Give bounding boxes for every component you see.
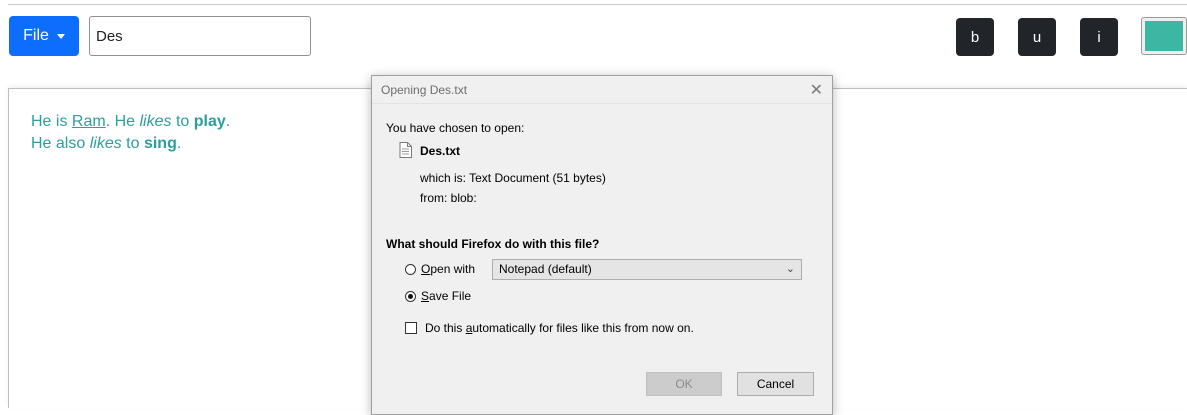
ok-button[interactable]: OK <box>646 372 722 396</box>
bold-word: sing <box>143 135 177 152</box>
save-file-label[interactable]: Save File <box>421 289 471 303</box>
save-file-radio[interactable] <box>405 291 416 302</box>
action-question: What should Firefox do with this file? <box>386 237 600 251</box>
file-name: Des.txt <box>420 144 461 158</box>
auto-action-checkbox[interactable] <box>405 322 417 334</box>
bold-word: play <box>193 113 226 130</box>
auto-action-label[interactable]: Do this automatically for files like thi… <box>425 321 694 335</box>
dialog-title: Opening Des.txt <box>381 83 468 97</box>
underline-button[interactable]: u <box>1018 18 1056 56</box>
filename-input[interactable] <box>89 16 311 56</box>
selected-app: Notepad (default) <box>499 262 592 276</box>
dialog-title-divider <box>372 103 832 104</box>
caret-down-icon <box>56 34 65 39</box>
italic-button[interactable]: i <box>1080 18 1118 56</box>
italic-word: likes <box>89 135 122 152</box>
download-dialog: Opening Des.txt ✕ You have chosen to ope… <box>371 75 833 415</box>
chosen-to-open-text: You have chosen to open: <box>386 121 525 135</box>
text-document-icon <box>399 142 412 158</box>
open-with-app-select[interactable]: Notepad (default) ⌄ <box>492 259 802 280</box>
file-type-info: which is: Text Document (51 bytes) <box>420 171 606 185</box>
color-swatch-fill <box>1145 21 1183 51</box>
file-button-label: File <box>23 27 49 44</box>
open-with-label[interactable]: Open with <box>421 262 475 276</box>
chevron-down-icon: ⌄ <box>785 263 795 275</box>
cancel-button[interactable]: Cancel <box>737 372 814 396</box>
text-color-picker[interactable] <box>1141 17 1187 55</box>
file-source-info: from: blob: <box>420 191 477 205</box>
close-icon[interactable]: ✕ <box>810 80 823 100</box>
italic-word: likes <box>139 113 172 130</box>
file-menu-button[interactable]: File <box>9 16 79 56</box>
underlined-word: Ram <box>71 113 106 130</box>
open-with-radio[interactable] <box>405 264 416 275</box>
top-divider <box>8 4 1187 5</box>
bold-button[interactable]: b <box>956 18 994 56</box>
